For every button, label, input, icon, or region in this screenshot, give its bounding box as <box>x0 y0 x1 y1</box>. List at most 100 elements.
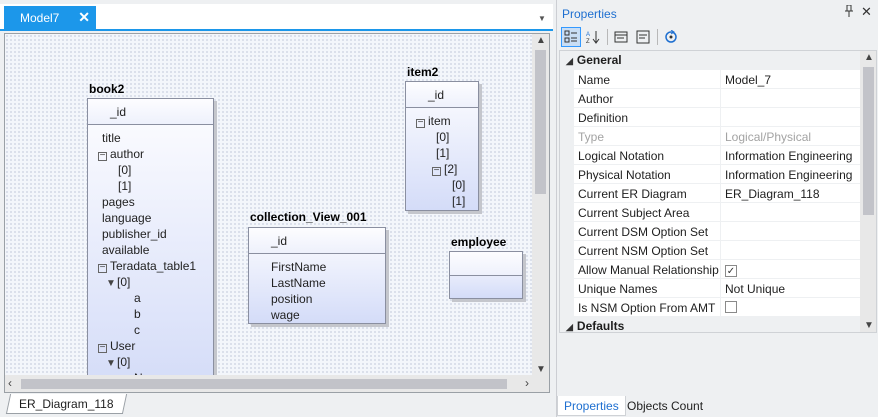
entity-primary-key[interactable] <box>450 252 522 276</box>
property-row[interactable]: Current DSM Option Set <box>574 222 860 241</box>
entity-title-collection-view-001[interactable]: collection_View_001 <box>250 210 367 224</box>
property-value[interactable] <box>722 241 860 260</box>
scroll-down-icon[interactable]: ▼ <box>864 320 874 331</box>
entity-attribute[interactable]: − Teradata_table1 <box>88 258 213 274</box>
property-value[interactable] <box>722 89 860 108</box>
entity-attribute[interactable]: a <box>88 290 213 306</box>
property-row[interactable]: Definition <box>574 108 860 127</box>
property-row[interactable]: Author <box>574 89 860 108</box>
entity-attribute[interactable]: b <box>88 306 213 322</box>
property-row[interactable]: Is NSM Option From AMT <box>574 298 860 317</box>
entity-primary-key[interactable]: _id <box>88 99 213 125</box>
property-category-general[interactable]: ◢ General <box>560 51 860 70</box>
property-value[interactable] <box>722 203 860 222</box>
pin-icon[interactable] <box>844 4 854 20</box>
entity-attribute[interactable]: [1] <box>406 193 478 209</box>
property-value[interactable]: ER_Diagram_118 <box>722 184 860 203</box>
entity-attribute[interactable]: ▼[0] <box>88 354 213 370</box>
scroll-thumb[interactable] <box>21 379 507 389</box>
property-checkbox-cell[interactable] <box>722 298 860 317</box>
scroll-right-icon[interactable]: › <box>525 376 529 390</box>
collapse-toggle-icon[interactable]: − <box>98 343 107 353</box>
scroll-up-icon[interactable]: ▲ <box>536 35 546 46</box>
refresh-button[interactable] <box>661 27 681 47</box>
entity-book2[interactable]: _id title − author [0] [1] pages language publi… <box>87 98 214 376</box>
entity-attribute[interactable]: c <box>88 322 213 338</box>
expanded-triangle-icon[interactable]: ▼ <box>106 276 117 292</box>
tab-objects-count[interactable]: Objects Count <box>621 396 709 416</box>
entity-item2[interactable]: _id − item [0] [1] − [2] [0] [1] <box>405 81 479 211</box>
entity-title-employee[interactable]: employee <box>451 235 506 249</box>
property-row[interactable]: Allow Manual Relationship ✓ <box>574 260 860 279</box>
property-row[interactable]: Type Logical/Physical <box>574 127 860 146</box>
property-checkbox-cell[interactable]: ✓ <box>722 260 860 279</box>
events-button[interactable] <box>633 27 653 47</box>
collapse-toggle-icon[interactable]: − <box>98 263 107 273</box>
property-row[interactable]: Physical Notation Information Engineering <box>574 165 860 184</box>
scroll-thumb[interactable] <box>535 50 546 194</box>
entity-title-item2[interactable]: item2 <box>407 65 438 79</box>
property-row[interactable]: Name Model_7 <box>574 70 860 89</box>
scroll-left-icon[interactable]: ‹ <box>8 376 12 390</box>
collapse-toggle-icon[interactable]: − <box>432 166 441 176</box>
alphabetical-button[interactable]: AZ <box>583 27 603 47</box>
tab-properties[interactable]: Properties <box>557 396 626 416</box>
entity-attribute[interactable]: publisher_id <box>88 226 213 242</box>
entity-attribute[interactable]: − author <box>88 146 213 162</box>
entity-attribute[interactable]: [0] <box>406 129 478 145</box>
property-row[interactable]: Unique Names Not Unique <box>574 279 860 298</box>
property-row[interactable]: Current Subject Area <box>574 203 860 222</box>
entity-attribute[interactable]: pages <box>88 194 213 210</box>
entity-attribute[interactable]: [0] <box>88 162 213 178</box>
canvas-horizontal-scrollbar[interactable]: ‹ › <box>5 375 533 392</box>
entity-attribute[interactable]: [1] <box>406 145 478 161</box>
canvas-vertical-scrollbar[interactable]: ▲ ▼ <box>532 34 549 376</box>
chevron-down-icon[interactable]: ▼ <box>538 14 546 23</box>
property-row[interactable]: Current NSM Option Set <box>574 241 860 260</box>
property-value[interactable]: Model_7 <box>722 70 860 89</box>
document-tab-model7[interactable]: Model7 ✕ <box>4 6 96 31</box>
entity-attribute[interactable]: language <box>88 210 213 226</box>
scroll-up-icon[interactable]: ▲ <box>864 52 874 63</box>
entity-employee[interactable] <box>449 251 523 299</box>
checkbox-checked[interactable]: ✓ <box>725 265 737 277</box>
property-value[interactable]: Not Unique <box>722 279 860 298</box>
entity-attribute[interactable]: [1] <box>88 178 213 194</box>
scroll-down-icon[interactable]: ▼ <box>536 364 546 375</box>
entity-attribute[interactable]: LastName <box>249 275 385 291</box>
diagram-canvas[interactable]: book2 _id title − author [0] [1] pages languag… <box>5 34 533 376</box>
collapse-toggle-icon[interactable]: − <box>416 118 425 128</box>
collapse-triangle-icon[interactable]: ◢ <box>566 56 573 66</box>
close-icon[interactable]: ✕ <box>861 4 872 20</box>
collapse-triangle-icon[interactable]: ◢ <box>566 322 573 332</box>
categorized-button[interactable] <box>561 27 581 47</box>
diagram-tab-er-diagram-118[interactable]: ER_Diagram_118 <box>5 394 127 414</box>
entity-title-book2[interactable]: book2 <box>89 82 124 96</box>
property-pages-button[interactable] <box>611 27 631 47</box>
property-grid-scrollbar[interactable]: ▲ ▼ <box>860 51 876 332</box>
entity-attribute[interactable]: − [2] <box>406 161 478 177</box>
entity-primary-key[interactable]: _id <box>406 82 478 108</box>
entity-attribute[interactable]: FirstName <box>249 259 385 275</box>
expanded-triangle-icon[interactable]: ▼ <box>106 356 117 372</box>
entity-primary-key[interactable]: _id <box>249 228 385 254</box>
property-value[interactable] <box>722 108 860 127</box>
entity-attribute[interactable]: − User <box>88 338 213 354</box>
checkbox-unchecked[interactable] <box>725 301 737 313</box>
property-value[interactable]: Information Engineering <box>722 146 860 165</box>
entity-attribute[interactable]: wage <box>249 307 385 323</box>
entity-attribute[interactable]: available <box>88 242 213 258</box>
property-value[interactable] <box>722 222 860 241</box>
property-value[interactable]: Information Engineering <box>722 165 860 184</box>
property-row[interactable]: Current ER Diagram ER_Diagram_118 <box>574 184 860 203</box>
property-category-defaults[interactable]: ◢ Defaults <box>560 317 860 332</box>
entity-attribute[interactable]: title <box>88 130 213 146</box>
entity-collection-view-001[interactable]: _id FirstName LastName position wage <box>248 227 386 324</box>
entity-attribute[interactable]: ▼[0] <box>88 274 213 290</box>
entity-attribute[interactable]: [0] <box>406 177 478 193</box>
close-icon[interactable]: ✕ <box>78 9 90 26</box>
collapse-toggle-icon[interactable]: − <box>98 151 107 161</box>
entity-attribute[interactable]: position <box>249 291 385 307</box>
property-row[interactable]: Logical Notation Information Engineering <box>574 146 860 165</box>
scroll-thumb[interactable] <box>863 67 874 215</box>
